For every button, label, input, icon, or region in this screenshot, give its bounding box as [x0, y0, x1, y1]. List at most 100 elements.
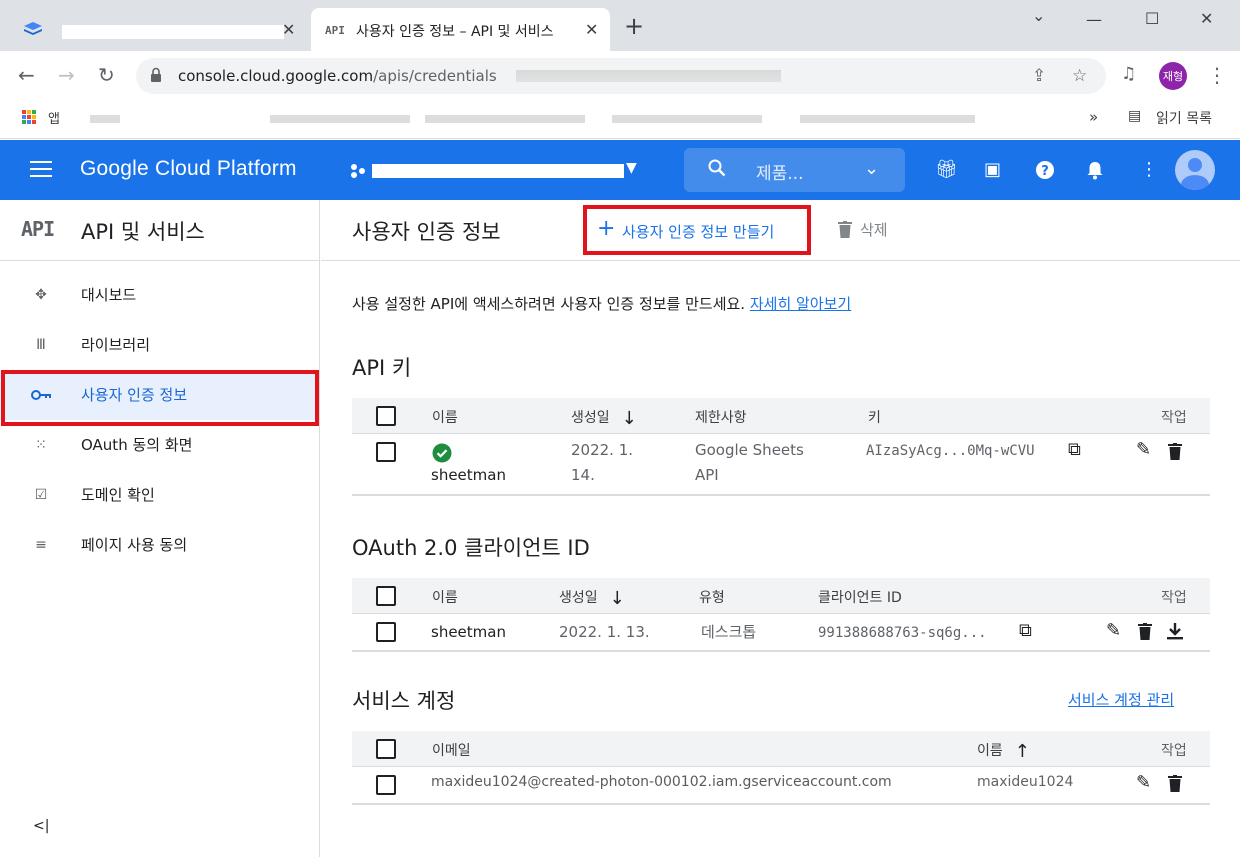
window-close-icon[interactable]: ✕ — [1200, 9, 1213, 28]
created-date-line1: 2022. 1. — [571, 441, 634, 459]
share-icon[interactable]: ⇪ — [1032, 66, 1046, 86]
redacted-bookmark[interactable] — [425, 115, 585, 123]
cloud-shell-icon[interactable]: ▣ — [984, 159, 1001, 180]
address-bar[interactable]: console.cloud.google.com/apis/credential… — [136, 58, 1106, 94]
nav-item-oauth-consent[interactable]: ⁙ OAuth 동의 화면 — [0, 420, 319, 470]
column-header[interactable]: 이름 — [432, 587, 458, 607]
nav-item-label: OAuth 동의 화면 — [81, 436, 193, 454]
delete-icon[interactable] — [1138, 623, 1152, 640]
table-header: 이메일 이름 ↑ 작업 — [352, 731, 1210, 767]
media-control-icon[interactable]: ♫ — [1121, 64, 1136, 84]
manage-service-accounts-link[interactable]: 서비스 계정 관리 — [1068, 689, 1174, 710]
browser-profile-avatar[interactable]: 재형 — [1159, 62, 1187, 90]
redacted-bookmark[interactable] — [800, 115, 975, 123]
bookmark-apps[interactable]: 앱 — [48, 108, 60, 127]
column-header[interactable]: 이름 — [432, 407, 458, 427]
close-tab-icon[interactable]: ✕ — [282, 20, 295, 39]
column-header[interactable]: 클라이언트 ID — [818, 587, 902, 607]
redacted-project-name[interactable] — [372, 164, 624, 178]
gift-icon[interactable]: 🎁︎ — [935, 159, 958, 180]
delete-button[interactable]: 삭제 — [838, 219, 888, 240]
chevron-down-icon[interactable]: ⌄ — [864, 158, 879, 179]
restriction-line2: API — [695, 466, 719, 484]
project-icon — [351, 164, 365, 178]
product-title[interactable]: Google Cloud Platform — [80, 157, 297, 181]
bookmark-star-icon[interactable]: ☆ — [1072, 66, 1087, 86]
account-avatar[interactable] — [1175, 150, 1215, 190]
lock-icon — [151, 67, 161, 82]
tab-search-chevron-icon[interactable]: ⌄ — [1032, 6, 1045, 25]
nav-item-dashboard[interactable]: ✥ 대시보드 — [0, 270, 319, 320]
close-tab-icon[interactable]: ✕ — [585, 20, 598, 39]
column-header[interactable]: 제한사항 — [695, 407, 747, 427]
new-tab-icon[interactable]: + — [624, 14, 644, 38]
bookmarks-more[interactable]: » — [1089, 108, 1098, 126]
maximize-icon[interactable]: ☐ — [1145, 9, 1159, 28]
service-account-email[interactable]: maxideu1024@created-photon-000102.iam.gs… — [431, 770, 892, 795]
browser-toolbar: ← → ↻ console.cloud.google.com/apis/cred… — [0, 51, 1240, 101]
column-header[interactable]: 이메일 — [432, 740, 471, 760]
plus-icon: + — [597, 216, 616, 241]
hamburger-menu-icon[interactable] — [30, 161, 52, 177]
back-icon[interactable]: ← — [18, 63, 35, 87]
nav-item-domain-verification[interactable]: ☑ 도메인 확인 — [0, 470, 319, 520]
client-id-value: 991388688763-sq6g... — [818, 625, 987, 641]
copy-icon[interactable]: ⧉ — [1019, 620, 1032, 641]
delete-icon[interactable] — [1168, 775, 1182, 792]
select-all-checkbox[interactable] — [376, 406, 396, 426]
browser-menu-icon[interactable]: ⋮ — [1207, 63, 1227, 87]
collapse-nav-icon[interactable]: <| — [33, 818, 49, 834]
client-name[interactable]: sheetman — [431, 620, 506, 645]
apps-grid-icon[interactable] — [22, 110, 36, 124]
edit-pencil-icon[interactable]: ✎ — [1136, 772, 1151, 793]
highlight-box-credentials — [1, 370, 319, 426]
nav-header: API API 및 서비스 — [0, 200, 319, 261]
row-checkbox[interactable] — [376, 775, 396, 795]
column-header-sortable[interactable]: 생성일 ↓ — [571, 407, 637, 429]
dashboard-icon: ✥ — [35, 287, 47, 303]
column-header[interactable]: 유형 — [699, 587, 725, 607]
key-name[interactable]: sheetman — [431, 463, 506, 488]
row-checkbox[interactable] — [376, 622, 396, 642]
row-checkbox[interactable] — [376, 442, 396, 462]
create-credentials-button[interactable]: + 사용자 인증 정보 만들기 — [583, 205, 811, 255]
nav-item-library[interactable]: Ⅲ 라이브러리 — [0, 320, 319, 370]
arrow-down-icon: ↓ — [609, 588, 625, 609]
more-vert-icon[interactable]: ⋮ — [1140, 159, 1158, 180]
redacted-bookmark[interactable] — [90, 115, 120, 123]
arrow-up-icon: ↑ — [1014, 741, 1030, 762]
redacted-bookmark[interactable] — [612, 115, 762, 123]
copy-icon[interactable]: ⧉ — [1068, 439, 1081, 460]
reading-list-label[interactable]: 읽기 목록 — [1156, 108, 1212, 128]
browser-tab-1[interactable]: ✕ — [10, 8, 306, 51]
table-header: 이름 생성일 ↓ 유형 클라이언트 ID 작업 — [352, 578, 1210, 614]
project-dropdown-icon[interactable]: ▼ — [626, 160, 637, 176]
settings-list-icon: ≡ — [35, 537, 47, 553]
edit-pencil-icon[interactable]: ✎ — [1136, 439, 1151, 460]
redacted-bookmark[interactable] — [270, 115, 410, 123]
forward-icon[interactable]: → — [58, 63, 75, 87]
delete-icon[interactable] — [1168, 443, 1182, 460]
browser-tab-active[interactable]: API 사용자 인증 정보 – API 및 서비스 ✕ — [311, 8, 610, 51]
minimize-icon[interactable]: — — [1086, 10, 1102, 29]
column-header-sortable[interactable]: 생성일 ↓ — [559, 587, 625, 609]
column-header: 작업 — [1161, 410, 1187, 426]
main-content: 사용자 인증 정보 + 사용자 인증 정보 만들기 삭제 사용 설정한 API에… — [321, 200, 1240, 857]
reading-list-icon[interactable]: ▤ — [1128, 108, 1141, 124]
select-all-checkbox[interactable] — [376, 739, 396, 759]
left-navigation: API API 및 서비스 ✥ 대시보드 Ⅲ 라이브러리 사용자 인증 정보 ⁙… — [0, 200, 320, 857]
nav-item-label: 페이지 사용 동의 — [81, 536, 188, 554]
notifications-bell-icon[interactable] — [1086, 160, 1104, 180]
help-icon[interactable]: ? — [1035, 160, 1055, 180]
url-text: console.cloud.google.com/apis/credential… — [178, 67, 497, 85]
product-search[interactable]: 제품... ⌄ — [684, 148, 905, 192]
select-all-checkbox[interactable] — [376, 586, 396, 606]
column-header[interactable]: 키 — [868, 407, 881, 427]
column-header: 작업 — [1161, 743, 1187, 759]
nav-item-page-usage-agreements[interactable]: ≡ 페이지 사용 동의 — [0, 520, 319, 570]
edit-pencil-icon[interactable]: ✎ — [1106, 620, 1121, 641]
download-icon[interactable] — [1167, 622, 1183, 640]
learn-more-link[interactable]: 자세히 알아보기 — [750, 295, 851, 313]
column-header-sortable[interactable]: 이름 ↑ — [977, 740, 1030, 762]
reload-icon[interactable]: ↻ — [98, 63, 115, 87]
